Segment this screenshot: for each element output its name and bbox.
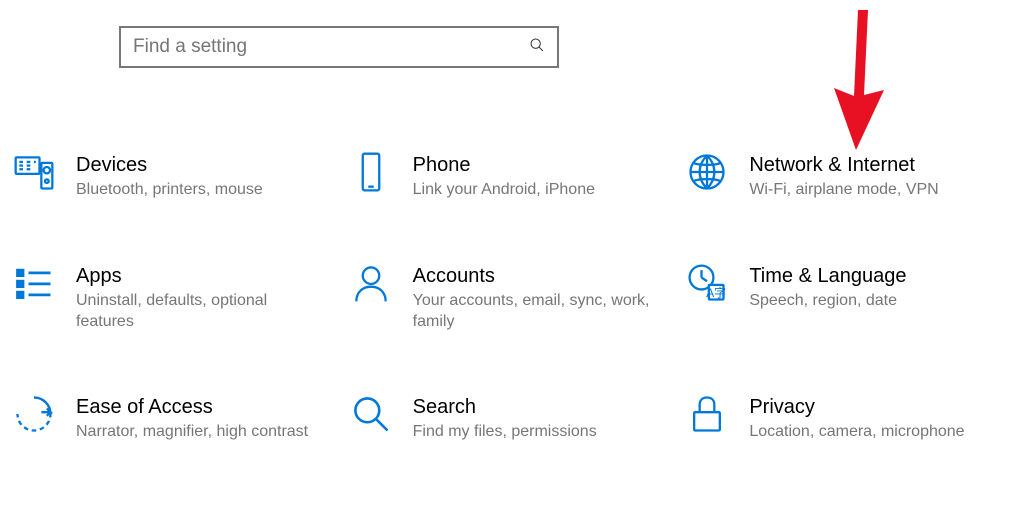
tile-apps-text: Apps Uninstall, defaults, optional featu…	[76, 261, 329, 333]
tile-ease-text: Ease of Access Narrator, magnifier, high…	[76, 392, 308, 443]
tile-time-language-text: Time & Language Speech, region, date	[749, 261, 906, 312]
tile-subtitle: Uninstall, defaults, optional features	[76, 291, 329, 333]
tile-title: Network & Internet	[749, 154, 938, 177]
apps-icon	[12, 261, 56, 305]
time-language-icon: A字	[685, 261, 729, 305]
tile-phone-text: Phone Link your Android, iPhone	[413, 150, 595, 201]
tile-devices[interactable]: Devices Bluetooth, printers, mouse	[12, 150, 339, 201]
tile-search-text: Search Find my files, permissions	[413, 392, 597, 443]
ease-of-access-icon	[12, 392, 56, 436]
tile-title: Privacy	[749, 396, 964, 419]
tile-subtitle: Link your Android, iPhone	[413, 180, 595, 201]
devices-icon	[12, 150, 56, 194]
tile-devices-text: Devices Bluetooth, printers, mouse	[76, 150, 263, 201]
tile-accounts[interactable]: Accounts Your accounts, email, sync, wor…	[349, 261, 676, 333]
tile-title: Ease of Access	[76, 396, 308, 419]
tile-phone[interactable]: Phone Link your Android, iPhone	[349, 150, 676, 201]
tile-subtitle: Location, camera, microphone	[749, 422, 964, 443]
tile-time-language[interactable]: A字 Time & Language Speech, region, date	[685, 261, 1012, 333]
accounts-icon	[349, 261, 393, 305]
search-input[interactable]	[133, 36, 529, 58]
phone-icon	[349, 150, 393, 194]
svg-text:A字: A字	[707, 286, 727, 300]
tile-privacy-text: Privacy Location, camera, microphone	[749, 392, 964, 443]
tile-subtitle: Bluetooth, printers, mouse	[76, 180, 263, 201]
annotation-arrow	[830, 10, 890, 150]
tile-subtitle: Your accounts, email, sync, work, family	[413, 291, 666, 333]
privacy-icon	[685, 392, 729, 436]
tile-apps[interactable]: Apps Uninstall, defaults, optional featu…	[12, 261, 339, 333]
tile-subtitle: Speech, region, date	[749, 291, 906, 312]
globe-icon	[685, 150, 729, 194]
search-tile-icon	[349, 392, 393, 436]
settings-grid: Devices Bluetooth, printers, mouse Phone…	[12, 150, 1012, 443]
tile-title: Devices	[76, 154, 263, 177]
search-box[interactable]	[119, 26, 559, 68]
tile-accounts-text: Accounts Your accounts, email, sync, wor…	[413, 261, 666, 333]
tile-title: Phone	[413, 154, 595, 177]
search-icon	[529, 37, 545, 58]
tile-network-text: Network & Internet Wi-Fi, airplane mode,…	[749, 150, 938, 201]
tile-title: Search	[413, 396, 597, 419]
tile-subtitle: Narrator, magnifier, high contrast	[76, 422, 308, 443]
tile-title: Time & Language	[749, 265, 906, 288]
tile-subtitle: Wi-Fi, airplane mode, VPN	[749, 180, 938, 201]
tile-subtitle: Find my files, permissions	[413, 422, 597, 443]
tile-network[interactable]: Network & Internet Wi-Fi, airplane mode,…	[685, 150, 1012, 201]
tile-ease-of-access[interactable]: Ease of Access Narrator, magnifier, high…	[12, 392, 339, 443]
tile-title: Apps	[76, 265, 329, 288]
tile-title: Accounts	[413, 265, 666, 288]
tile-search[interactable]: Search Find my files, permissions	[349, 392, 676, 443]
tile-privacy[interactable]: Privacy Location, camera, microphone	[685, 392, 1012, 443]
